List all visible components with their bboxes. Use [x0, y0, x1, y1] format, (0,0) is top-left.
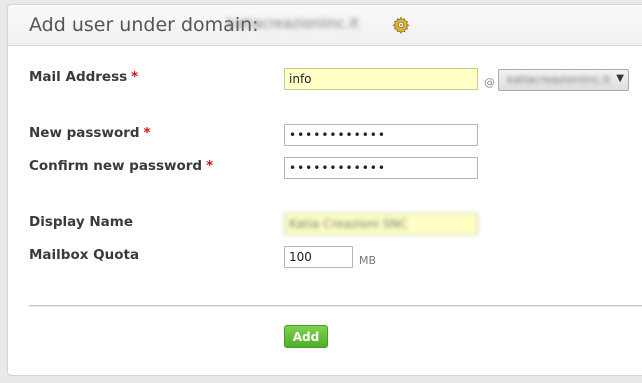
- confirm-password-label-text: Confirm new password: [29, 158, 203, 174]
- new-password-label: New password *: [29, 125, 151, 141]
- form-divider: [29, 305, 642, 307]
- confirm-password-label: Confirm new password *: [29, 158, 213, 174]
- panel-header: Add user under domain: katiacreazioniinc…: [8, 5, 642, 46]
- at-sign: @: [484, 76, 495, 89]
- page-title: Add user under domain:: [29, 14, 259, 36]
- display-name-label: Display Name: [29, 214, 133, 230]
- mail-address-label-text: Mail Address: [29, 69, 128, 85]
- new-password-input[interactable]: [284, 124, 478, 146]
- mail-address-input[interactable]: [284, 68, 478, 90]
- mailbox-quota-input[interactable]: [284, 246, 353, 268]
- new-password-label-text: New password: [29, 125, 140, 141]
- domain-name: katiacreazioniinc.it: [227, 16, 359, 32]
- gear-icon[interactable]: [392, 16, 410, 34]
- display-name-input[interactable]: [284, 213, 478, 235]
- add-button[interactable]: Add: [284, 325, 328, 348]
- required-marker: *: [131, 69, 139, 85]
- domain-select[interactable]: katiacreazioniinc.it ▼: [498, 69, 629, 91]
- mailbox-quota-label: Mailbox Quota: [29, 247, 139, 263]
- mailbox-quota-label-text: Mailbox Quota: [29, 247, 140, 263]
- confirm-password-input[interactable]: [284, 157, 478, 179]
- display-name-label-text: Display Name: [29, 214, 133, 230]
- domain-select-value: katiacreazioniinc.it: [507, 73, 611, 86]
- required-marker: *: [206, 158, 214, 174]
- required-marker: *: [143, 125, 151, 141]
- add-user-panel: Add user under domain: katiacreazioniinc…: [7, 4, 642, 376]
- quota-unit: MB: [359, 254, 377, 267]
- mail-address-label: Mail Address *: [29, 69, 138, 85]
- chevron-down-icon: ▼: [616, 73, 624, 84]
